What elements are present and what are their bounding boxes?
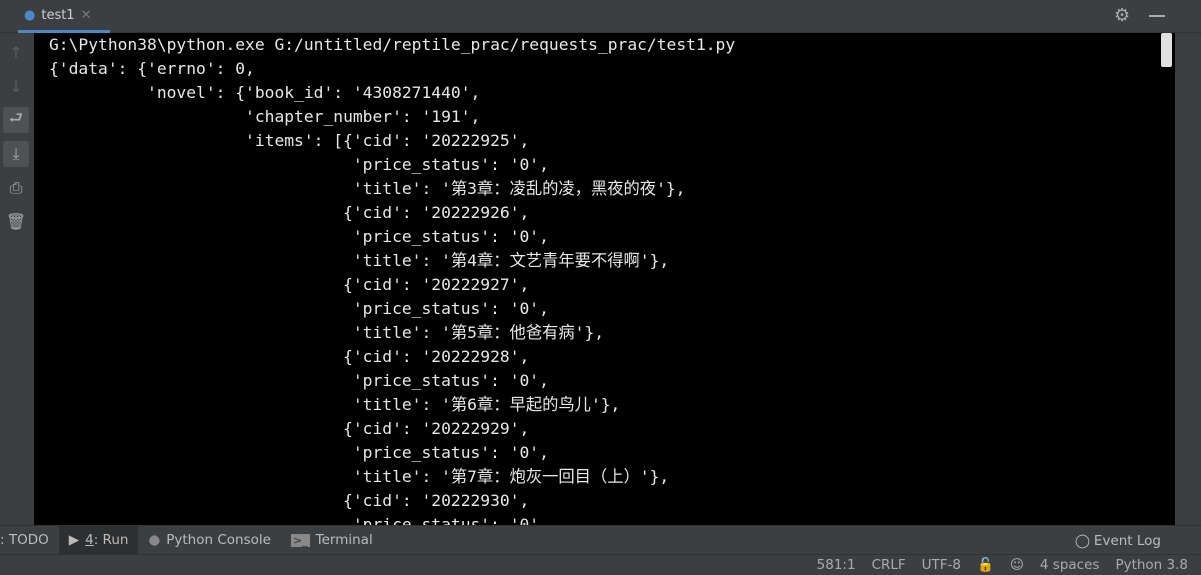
close-icon[interactable]: ✕: [81, 8, 92, 23]
event-log-button[interactable]: ◯ Event Log: [1075, 526, 1161, 555]
print-icon[interactable]: ⎙: [3, 175, 29, 201]
tab-run-label: 4: Run: [85, 532, 129, 548]
tab-python-console-label: Python Console: [166, 532, 271, 548]
console-text: G:\Python38\python.exe G:/untitled/repti…: [49, 35, 736, 525]
scrollbar[interactable]: [1161, 33, 1201, 525]
interpreter[interactable]: Python 3.8: [1115, 557, 1188, 573]
run-toolbar: ↑ ↓ ⮐ ⤓ ⎙ 🗑: [0, 33, 34, 525]
tab-python-console[interactable]: ● Python Console: [138, 526, 280, 555]
soft-wrap-icon[interactable]: ⮐: [3, 107, 29, 133]
gear-icon[interactable]: ⚙: [1114, 5, 1130, 26]
play-icon: ▶: [68, 532, 80, 548]
tab-todo-label: : TODO: [0, 532, 49, 548]
python-icon: ●: [24, 7, 36, 23]
file-encoding[interactable]: UTF-8: [922, 557, 961, 573]
indent-setting[interactable]: 4 spaces: [1040, 557, 1100, 573]
tab-run[interactable]: ▶ 4: Run: [58, 525, 139, 555]
tab-terminal-label: Terminal: [315, 532, 373, 548]
status-bar: 581:1 CRLF UTF-8 🔓 ☺ 4 spaces Python 3.8: [0, 554, 1201, 575]
tab-terminal[interactable]: >_ Terminal: [281, 526, 383, 555]
trash-icon[interactable]: 🗑: [3, 208, 29, 234]
caret-position[interactable]: 581:1: [817, 557, 856, 573]
run-tab-bar: ● test1 ✕ ⚙: [0, 0, 1201, 33]
python-icon: ●: [148, 532, 161, 548]
terminal-icon: >_: [290, 533, 310, 547]
inspector-icon[interactable]: ☺: [1010, 557, 1024, 573]
unlock-icon[interactable]: 🔓: [977, 557, 994, 573]
console-output[interactable]: G:\Python38\python.exe G:/untitled/repti…: [34, 33, 1175, 525]
down-arrow-icon[interactable]: ↓: [3, 73, 29, 99]
tab-test1[interactable]: ● test1 ✕: [18, 0, 110, 33]
tab-label: test1: [41, 7, 75, 23]
up-arrow-icon[interactable]: ↑: [3, 39, 29, 65]
minimize-icon[interactable]: [1149, 15, 1165, 17]
tab-todo[interactable]: : TODO: [0, 526, 59, 555]
scroll-to-end-icon[interactable]: ⤓: [3, 141, 29, 167]
event-log-label: Event Log: [1093, 532, 1161, 549]
line-separator[interactable]: CRLF: [872, 557, 906, 573]
scrollbar-thumb[interactable]: [1161, 33, 1172, 67]
speech-bubble-icon: ◯: [1074, 532, 1090, 549]
tool-window-bar: : TODO ▶ 4: Run ● Python Console >_ Termina…: [0, 525, 1201, 555]
